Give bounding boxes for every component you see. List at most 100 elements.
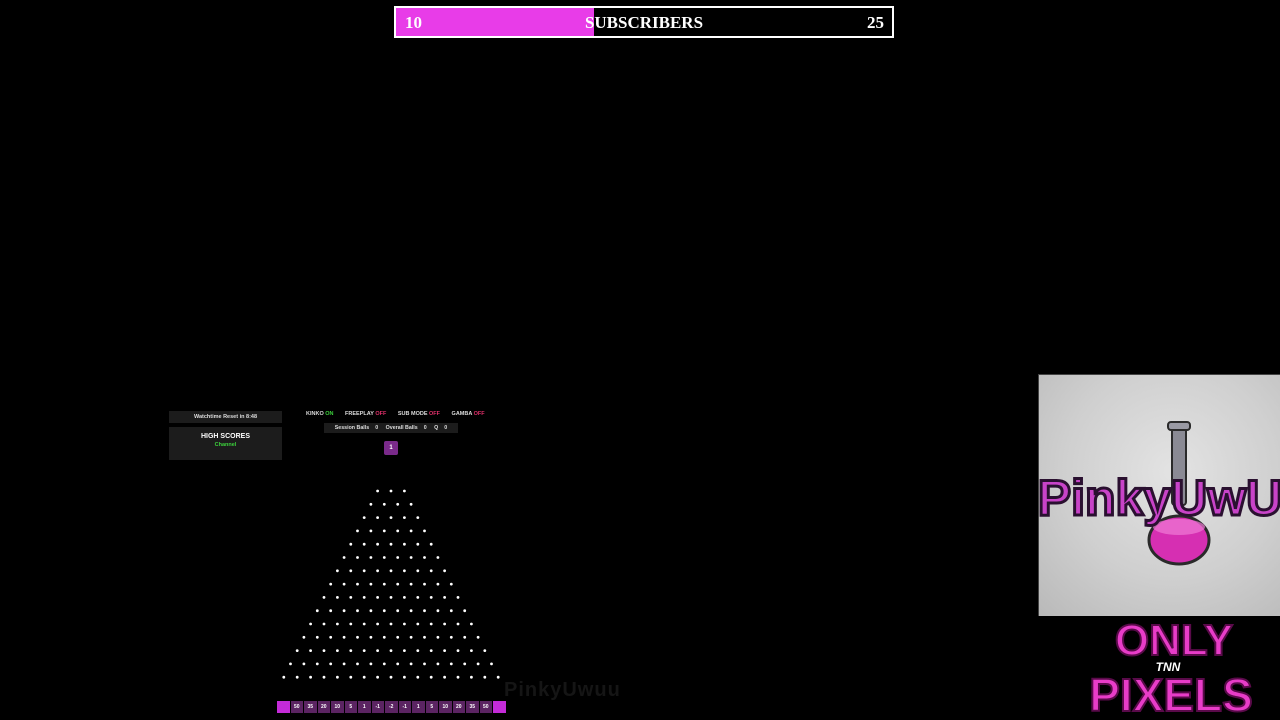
mode-gamba: GAMBA OFF [452,411,485,417]
plinko-peg [336,622,339,626]
plinko-peg [282,675,286,679]
plinko-peg [322,675,326,679]
plinko-peg [315,609,319,613]
plinko-peg [329,635,333,639]
overall-balls-value: 0 [423,425,427,431]
plinko-peg [436,609,440,613]
plinko-peg [409,635,413,639]
plinko-peg [396,502,400,506]
plinko-peg [389,516,393,519]
mode-freeplay: FREEPLAY OFF [345,411,386,417]
plinko-peg [416,649,420,652]
plinko-slot: 20 [452,701,465,713]
plinko-peg [416,622,420,626]
plinko-peg [376,542,379,546]
plinko-peg [496,675,500,679]
plinko-peg [382,662,386,666]
plinko-peg [470,622,473,626]
plinko-peg [403,569,406,573]
plinko-peg [329,609,333,613]
plinko-peg [356,635,359,639]
plinko-peg [315,635,319,639]
plinko-peg [376,516,379,519]
plinko-peg [329,582,333,586]
plinko-peg [456,675,460,679]
plinko-peg [403,675,406,679]
plinko-peg [429,569,433,573]
only-pixels-logo: ONLY TNN PIXELS [1088,615,1254,720]
high-scores-panel: HIGH SCORES Channel [169,427,282,460]
plinko-peg [362,542,366,546]
plinko-peg [409,529,413,533]
plinko-peg [376,596,379,599]
plinko-peg [423,556,426,559]
plinko-peg [336,596,339,599]
mode-status-row: KINKO ON FREEPLAY OFF SUB MODE OFF GAMBA… [306,411,495,417]
plinko-peg [376,569,379,573]
plinko-peg [309,675,312,679]
plinko-peg [349,675,353,679]
plinko-peg [376,622,379,626]
plinko-slot: 1 [412,701,425,713]
plinko-peg [322,649,326,652]
plinko-peg [342,582,346,586]
plinko-peg [342,662,346,666]
plinko-peg [309,622,312,626]
plinko-slot: -1 [371,701,384,713]
plinko-peg [423,529,426,533]
plinko-peg [336,649,339,652]
plinko-peg [376,489,379,493]
high-scores-title: HIGH SCORES [200,433,250,440]
plinko-peg [356,662,359,666]
plinko-peg [369,609,373,613]
plinko-slot: 100 [493,701,506,713]
plinko-peg [349,622,353,626]
plinko-peg [470,649,473,652]
plinko-peg [449,662,453,666]
plinko-peg [369,582,373,586]
plinko-peg [423,582,426,586]
mode-sub-mode: SUB MODE OFF [398,411,440,417]
plinko-slot: -2 [385,701,398,713]
plinko-peg [336,569,339,573]
plinko-peg [423,662,426,666]
plinko-peg [436,556,440,559]
plinko-peg [349,596,353,599]
mode-state: OFF [429,411,441,417]
ball-counts-panel: Session Balls 0 Overall Balls 0 Q0 [324,423,458,433]
plinko-peg [483,649,487,652]
plinko-peg [349,649,353,652]
plinko-peg [463,609,467,613]
brand-line2: PIXELS [1089,669,1253,720]
plinko-peg [362,569,366,573]
plinko-peg [369,662,373,666]
plinko-peg [403,489,406,493]
plinko-peg [362,596,366,599]
plinko-peg [356,556,359,559]
mode-label: KINKO [306,411,324,417]
plinko-peg [289,662,292,666]
webcam-feed: PinkyUwU [1038,374,1280,616]
plinko-peg [322,622,326,626]
plinko-peg [476,635,480,639]
plinko-peg [362,516,366,519]
plinko-peg [349,542,353,546]
session-balls-value: 0 [375,425,379,431]
plinko-peg [389,622,393,626]
plinko-peg [389,675,393,679]
plinko-peg [329,662,333,666]
plinko-peg [362,675,366,679]
high-scores-subtitle: Channel [214,442,237,448]
watchtime-reset-panel: Watchtime Reset in 8:48 [169,411,282,423]
plinko-peg [396,609,400,613]
plinko-peg [476,662,480,666]
plinko-peg [382,529,386,533]
plinko-peg [409,582,413,586]
plinko-peg [483,675,487,679]
plinko-peg [389,649,393,652]
bong-mouth [1167,421,1191,431]
plinko-peg [409,609,413,613]
plinko-slot: 50 [479,701,492,713]
plinko-peg [449,582,453,586]
plinko-peg [362,622,366,626]
